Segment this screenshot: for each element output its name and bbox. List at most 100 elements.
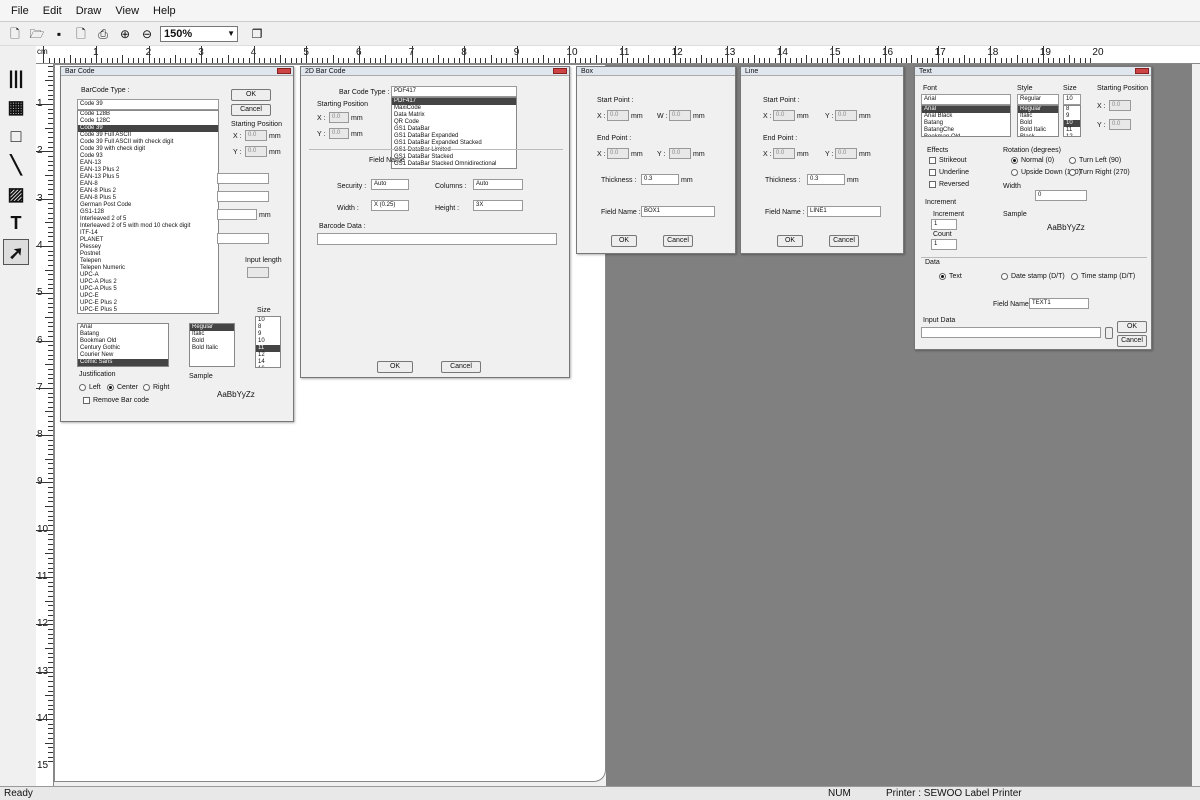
print-icon[interactable]: ⎙: [94, 25, 112, 43]
rotation-left-radio[interactable]: [1069, 157, 1076, 164]
barcode-field-input[interactable]: [217, 233, 269, 244]
text-width-input[interactable]: 0: [1035, 190, 1087, 201]
list-item[interactable]: Comic Sans: [78, 359, 168, 366]
zoom-select[interactable]: 150% ▼: [160, 25, 238, 42]
list-item[interactable]: Arial Black: [922, 113, 1010, 120]
list-item[interactable]: 14: [256, 359, 280, 366]
list-item[interactable]: Regular: [190, 324, 234, 331]
data-time-radio[interactable]: [1071, 273, 1078, 280]
line-tool[interactable]: ╲: [3, 152, 29, 178]
list-item[interactable]: Postnet: [78, 251, 218, 258]
save-icon[interactable]: ▪: [50, 25, 68, 43]
list-item[interactable]: German Post Code: [78, 202, 218, 209]
list-item[interactable]: UPC-E Plus 2: [78, 300, 218, 307]
strikeout-checkbox[interactable]: [929, 157, 936, 164]
remove-barcode-checkbox[interactable]: [83, 397, 90, 404]
text-field-input[interactable]: TEXT1: [1029, 298, 1089, 309]
security-select[interactable]: Auto: [371, 179, 409, 190]
text-y-input[interactable]: 0.0: [1109, 119, 1131, 130]
reversed-checkbox[interactable]: [929, 181, 936, 188]
list-item[interactable]: Code 39: [78, 125, 218, 132]
list-item[interactable]: Bold: [1018, 120, 1058, 127]
list-item[interactable]: Code 39 Full ASCII: [78, 132, 218, 139]
list-item[interactable]: QR Code: [392, 119, 516, 126]
box-cancel-button[interactable]: Cancel: [663, 235, 693, 247]
list-item[interactable]: EAN-13 Plus 2: [78, 167, 218, 174]
list-item[interactable]: Bookman Old: [922, 134, 1010, 136]
list-item[interactable]: MaxiCode: [392, 105, 516, 112]
list-item[interactable]: Batang: [922, 120, 1010, 127]
box-y-input[interactable]: 0.0: [607, 148, 629, 159]
list-item[interactable]: 8: [256, 324, 280, 331]
data-date-radio[interactable]: [1001, 273, 1008, 280]
2d-x-input[interactable]: 0.0: [329, 112, 349, 123]
list-item[interactable]: Interleaved 2 of 5 with mod 10 check dig…: [78, 223, 218, 230]
list-item[interactable]: UPC-A Plus 5: [78, 286, 218, 293]
list-item[interactable]: ITF-14: [78, 230, 218, 237]
line-y2-input[interactable]: 0.0: [835, 148, 857, 159]
barcode-y-input[interactable]: 0.0: [245, 146, 267, 157]
list-item[interactable]: 11: [256, 345, 280, 352]
close-icon[interactable]: [1135, 68, 1149, 74]
text-style-input[interactable]: Regular: [1017, 94, 1059, 105]
menu-draw[interactable]: Draw: [69, 0, 109, 22]
line-cancel-button[interactable]: Cancel: [829, 235, 859, 247]
list-item[interactable]: 11: [1064, 127, 1080, 134]
list-item[interactable]: PLANET: [78, 237, 218, 244]
list-item[interactable]: Data Matrix: [392, 112, 516, 119]
text-font-input[interactable]: Arial: [921, 94, 1011, 105]
barcode-style-list[interactable]: Regular Italic Bold Bold Italic: [189, 323, 235, 367]
list-item[interactable]: Regular: [1018, 106, 1058, 113]
rotation-right-radio[interactable]: [1069, 169, 1076, 176]
text-tool[interactable]: T: [3, 210, 29, 236]
image-tool[interactable]: ▨: [3, 181, 29, 207]
list-item[interactable]: Arial: [78, 324, 168, 331]
list-item[interactable]: Italic: [190, 331, 234, 338]
list-item[interactable]: 8: [1064, 106, 1080, 113]
list-item[interactable]: 12: [256, 352, 280, 359]
list-item[interactable]: EAN-8 Plus 2: [78, 188, 218, 195]
list-item[interactable]: Code 93: [78, 153, 218, 160]
data-text-radio[interactable]: [939, 273, 946, 280]
barcode-tool[interactable]: |||: [3, 65, 29, 91]
list-item[interactable]: GS1 DataBar Expanded: [392, 133, 516, 140]
properties-icon[interactable]: ❐: [248, 25, 266, 43]
menu-edit[interactable]: Edit: [36, 0, 69, 22]
list-item[interactable]: UPC-A: [78, 272, 218, 279]
2d-ok-button[interactable]: OK: [377, 361, 413, 373]
height-select[interactable]: 3X: [473, 200, 523, 211]
list-item[interactable]: 10: [1064, 120, 1080, 127]
columns-select[interactable]: Auto: [473, 179, 523, 190]
barcode-width-select[interactable]: [217, 191, 269, 202]
box-thickness-input[interactable]: 0.3: [641, 174, 679, 185]
list-item[interactable]: Arial: [922, 106, 1010, 113]
list-item[interactable]: PDF417: [392, 98, 516, 105]
justify-right-radio[interactable]: [143, 384, 150, 391]
list-item[interactable]: Century Gothic: [78, 345, 168, 352]
barcode-size-list[interactable]: 10891011121416: [255, 316, 281, 368]
list-item[interactable]: 9: [1064, 113, 1080, 120]
line-thickness-input[interactable]: 0.3: [807, 174, 845, 185]
rotation-upside-radio[interactable]: [1011, 169, 1018, 176]
menu-help[interactable]: Help: [146, 0, 183, 22]
barcode-type-select[interactable]: Code 39: [77, 99, 219, 110]
text-style-list[interactable]: RegularItalicBoldBold ItalicBlackBlack O…: [1017, 105, 1059, 137]
list-item[interactable]: Courier New: [78, 352, 168, 359]
list-item[interactable]: UPC-A Plus 2: [78, 279, 218, 286]
justify-center-radio[interactable]: [107, 384, 114, 391]
list-item[interactable]: Code 128C: [78, 118, 218, 125]
zoom-in-icon[interactable]: ⊕: [116, 25, 134, 43]
box-w-input[interactable]: 0.0: [669, 110, 691, 121]
open-folder-icon[interactable]: 🗁: [28, 25, 46, 43]
close-icon[interactable]: [277, 68, 291, 74]
list-item[interactable]: EAN-13 Plus 5: [78, 174, 218, 181]
list-item[interactable]: UPC-E: [78, 293, 218, 300]
list-item[interactable]: GS1-128: [78, 209, 218, 216]
list-item[interactable]: UPC-E Plus 5: [78, 307, 218, 313]
line-x-input[interactable]: 0.0: [773, 110, 795, 121]
input-data-browse-button[interactable]: [1105, 327, 1113, 339]
width-select[interactable]: X (0.25): [371, 200, 409, 211]
list-item[interactable]: Black: [1018, 134, 1058, 136]
list-item[interactable]: 9: [256, 331, 280, 338]
list-item[interactable]: Bookman Old: [78, 338, 168, 345]
